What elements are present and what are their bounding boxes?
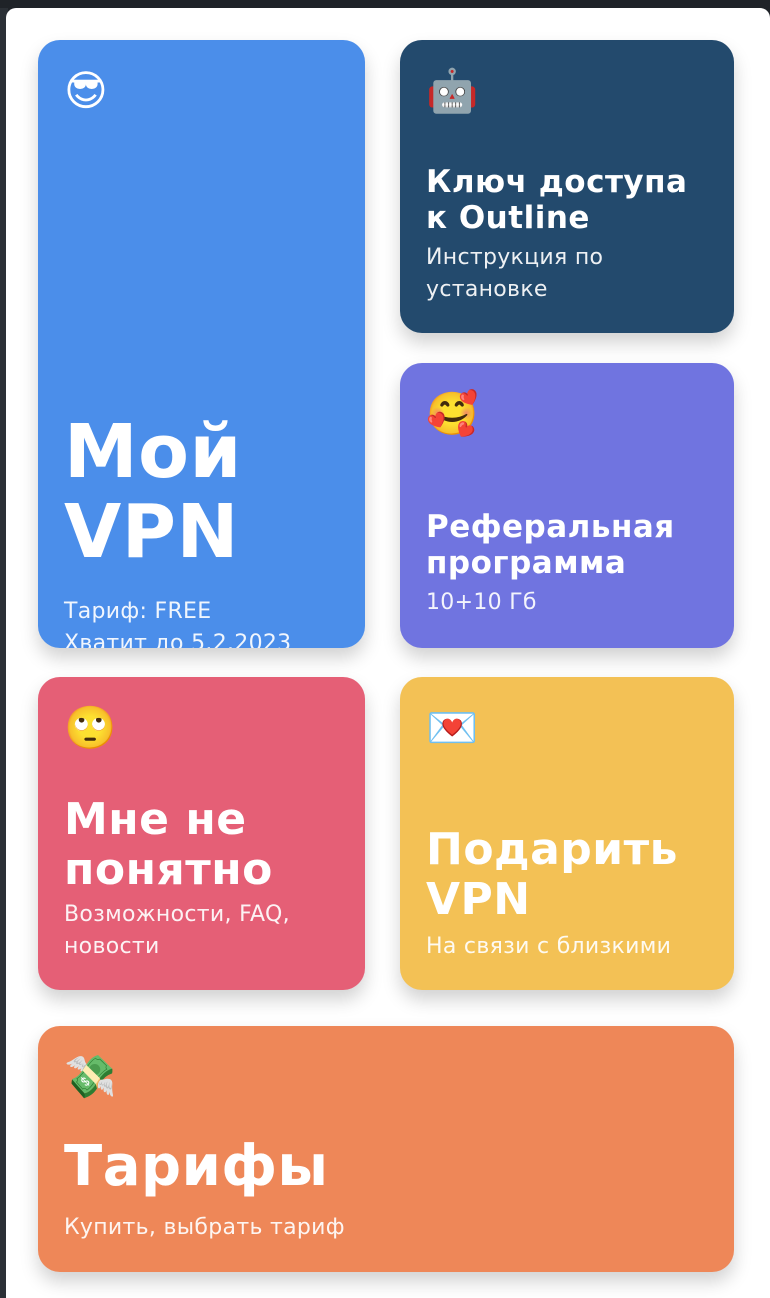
- outline-subtitle-line2: установке: [426, 277, 548, 302]
- referral-subtitle: 10+10 Гб: [426, 590, 537, 615]
- referral-title-line1: Реферальная: [426, 509, 675, 545]
- tariffs-subtitle: Купить, выбрать тариф: [64, 1215, 345, 1240]
- outline-title-line1: Ключ доступа: [426, 164, 688, 200]
- referral-title-line2: программа: [426, 545, 627, 581]
- help-faq-card[interactable]: 🙄 Мне не понятно Возможности, FAQ, новос…: [38, 677, 365, 990]
- help-title-line1: Мне не: [64, 794, 247, 845]
- help-subtitle-line1: Возможности, FAQ,: [64, 902, 290, 927]
- smiling-hearts-emoji-icon: 🥰: [426, 389, 479, 438]
- tariffs-title: Тарифы: [64, 1134, 329, 1199]
- gift-title-line2: VPN: [426, 874, 531, 925]
- sunglasses-emoji-icon: 😎: [64, 66, 108, 115]
- robot-emoji-icon: 🤖: [426, 66, 479, 115]
- my-vpn-card[interactable]: 😎 Мой VPN Тариф: FREE Хватит до 5.2.2023: [38, 40, 365, 648]
- my-vpn-title-line2: VPN: [64, 489, 239, 575]
- expiry-label: Хватит до 5.2.2023: [64, 631, 292, 648]
- top-bar: [0, 0, 770, 8]
- outline-key-card[interactable]: 🤖 Ключ доступа к Outline Инструкция по у…: [400, 40, 734, 333]
- referral-program-card[interactable]: 🥰 Реферальная программа 10+10 Гб: [400, 363, 734, 648]
- gift-title: Подарить VPN: [426, 825, 678, 925]
- tariff-label: Тариф: FREE: [64, 599, 212, 624]
- love-letter-emoji-icon: 💌: [426, 703, 479, 752]
- outline-title: Ключ доступа к Outline: [426, 164, 687, 236]
- gift-vpn-card[interactable]: 💌 Подарить VPN На связи с близкими: [400, 677, 734, 990]
- money-wings-emoji-icon: 💸: [64, 1052, 117, 1101]
- gift-title-line1: Подарить: [426, 824, 678, 875]
- tariffs-card[interactable]: 💸 Тарифы Купить, выбрать тариф: [38, 1026, 734, 1272]
- referral-title: Реферальная программа: [426, 509, 675, 581]
- outline-subtitle-line1: Инструкция по: [426, 245, 604, 270]
- eye-roll-emoji-icon: 🙄: [64, 703, 117, 752]
- help-title: Мне не понятно: [64, 795, 273, 895]
- gift-subtitle: На связи с близкими: [426, 934, 672, 959]
- my-vpn-subtitle: Тариф: FREE Хватит до 5.2.2023: [64, 596, 291, 648]
- my-vpn-title: Мой VPN: [64, 412, 242, 572]
- outline-subtitle: Инструкция по установке: [426, 242, 603, 306]
- help-subtitle: Возможности, FAQ, новости: [64, 899, 290, 963]
- my-vpn-title-line1: Мой: [64, 409, 242, 495]
- help-title-line2: понятно: [64, 844, 273, 895]
- outline-title-line2: к Outline: [426, 200, 590, 236]
- help-subtitle-line2: новости: [64, 934, 160, 959]
